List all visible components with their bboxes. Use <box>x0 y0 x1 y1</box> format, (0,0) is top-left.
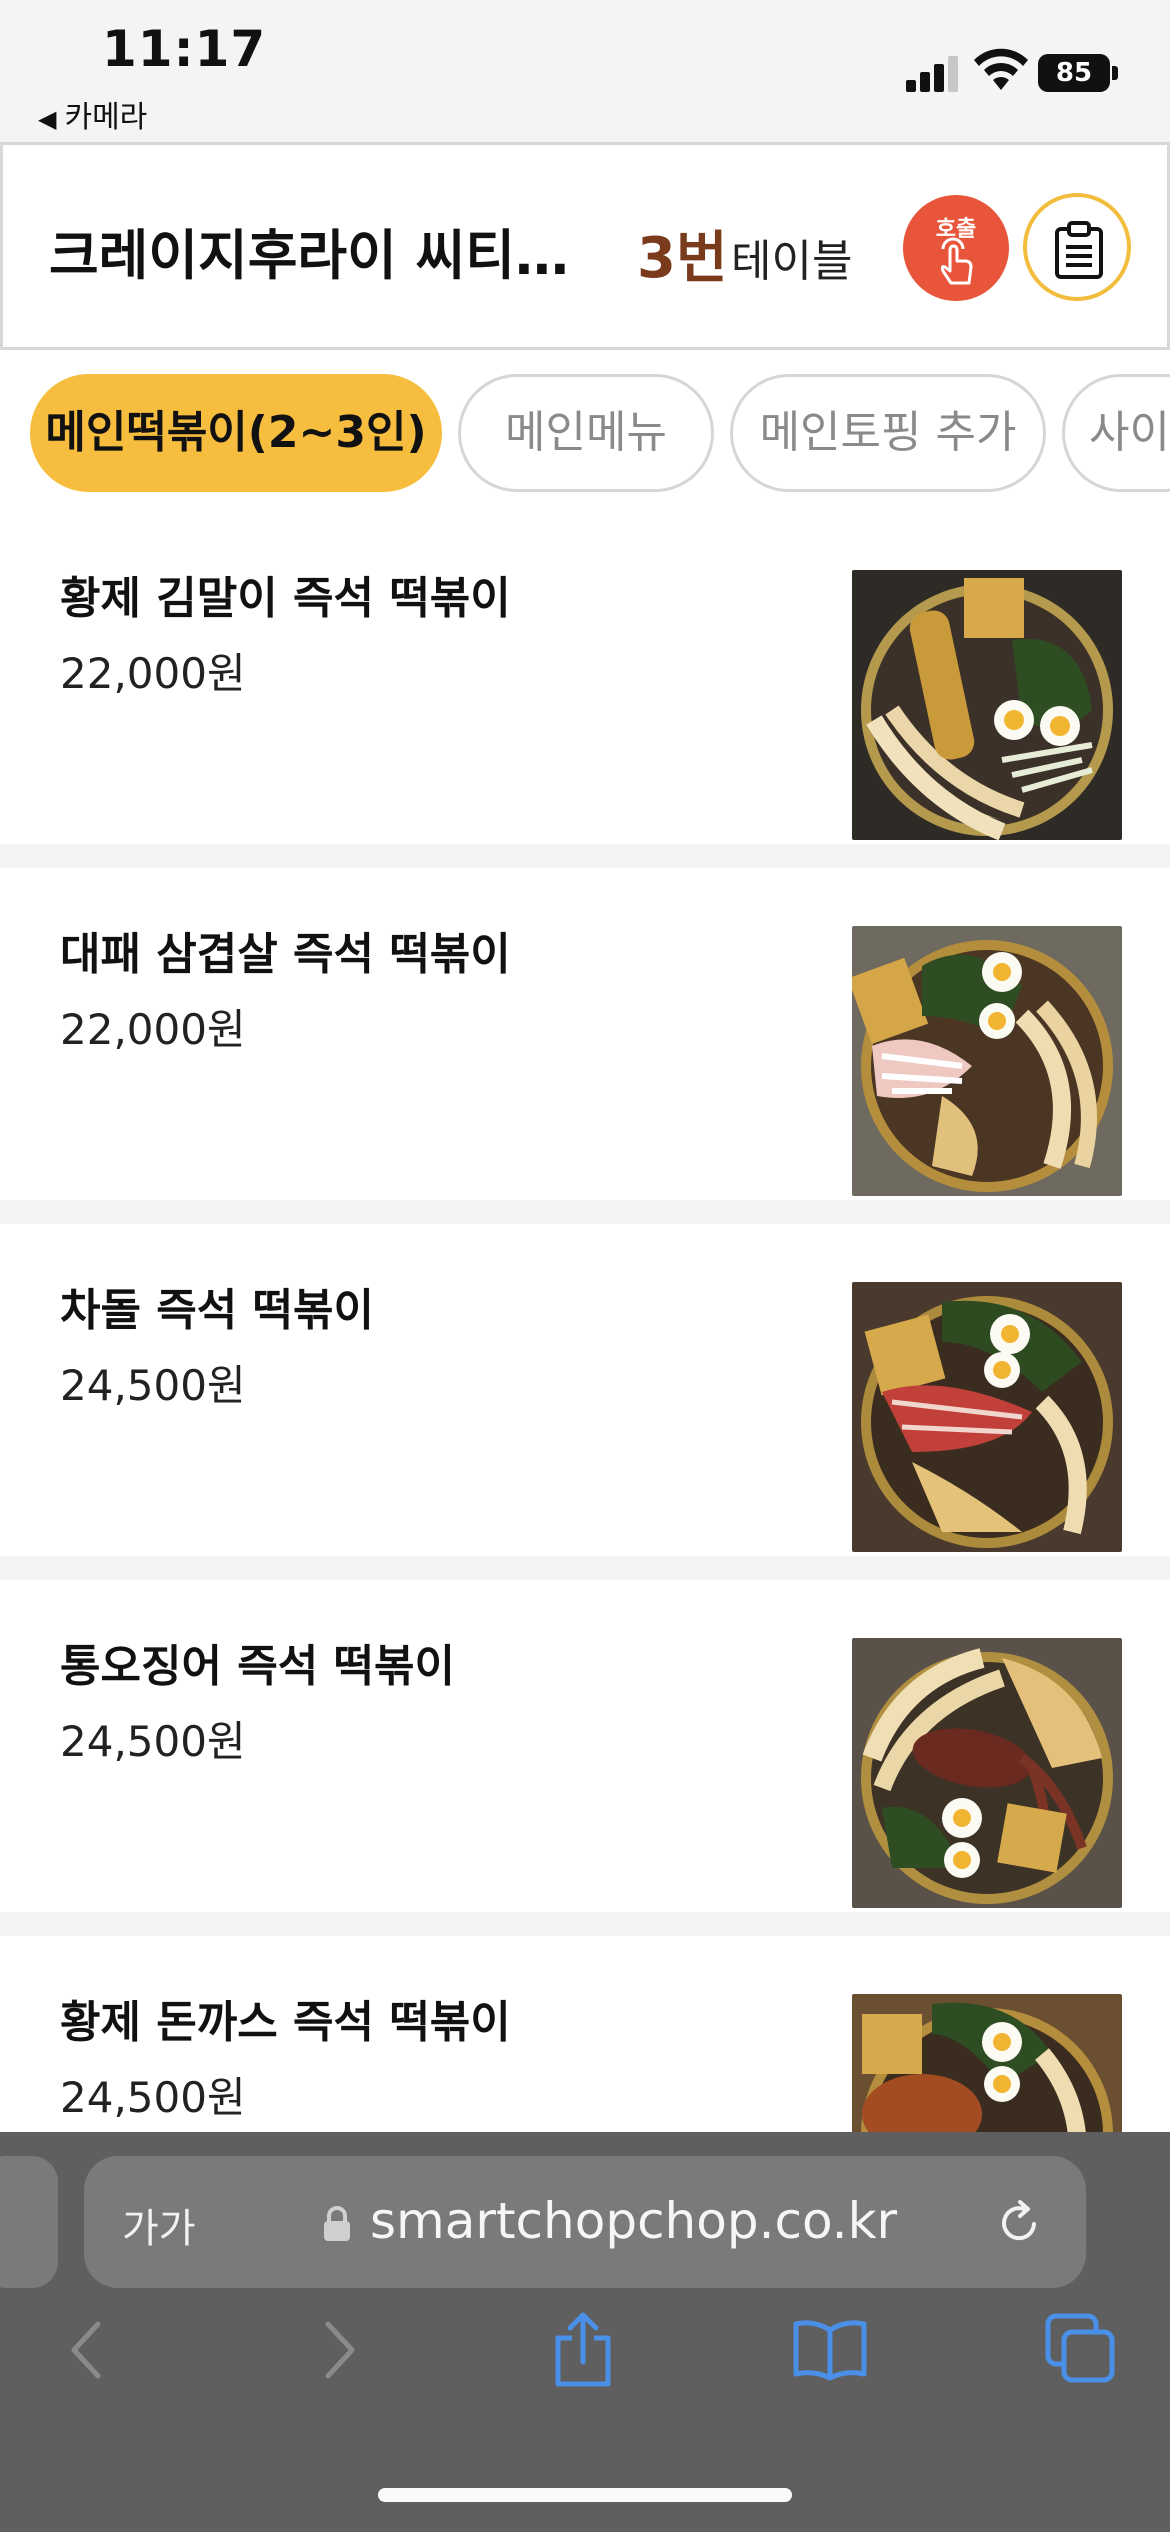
previous-tab-preview[interactable] <box>0 2156 58 2288</box>
menu-item-price: 24,500원 <box>60 1717 246 1766</box>
tab-topping-add[interactable]: 메인토핑 추가 <box>730 374 1046 492</box>
menu-item-photo <box>852 926 1122 1196</box>
status-time: 11:17 <box>102 20 267 78</box>
menu-item[interactable]: 통오징어 즉석 떡볶이 24,500원 <box>0 1580 1170 1912</box>
battery-icon: 85 <box>1038 54 1110 92</box>
menu-item-name: 황제 돈까스 즉석 떡볶이 <box>60 1997 511 2048</box>
browser-chrome: 가가 smartchopchop.co.kr <box>0 2132 1170 2532</box>
share-icon[interactable] <box>552 2312 614 2388</box>
call-staff-button[interactable]: 호출 <box>903 195 1009 301</box>
back-triangle-icon: ◀ <box>38 105 57 133</box>
table-label: 테이블 <box>731 236 853 287</box>
hand-tap-icon <box>940 237 973 285</box>
status-bar: 11:17 ◀ 카메라 85 <box>0 0 1170 140</box>
tab-main-menu[interactable]: 메인메뉴 <box>458 374 714 492</box>
back-icon[interactable] <box>66 2318 106 2382</box>
tab-main-tteokbokki[interactable]: 메인떡볶이(2~3인) <box>30 374 442 492</box>
menu-item[interactable]: 차돌 즉석 떡볶이 24,500원 <box>0 1224 1170 1556</box>
menu-item-price: 24,500원 <box>60 1361 246 1410</box>
menu-item-photo <box>852 1638 1122 1908</box>
menu-item-name: 통오징어 즉석 떡볶이 <box>60 1641 455 1692</box>
address-bar[interactable]: 가가 smartchopchop.co.kr <box>84 2156 1086 2288</box>
forward-icon[interactable] <box>320 2318 360 2382</box>
url-text: smartchopchop.co.kr <box>370 2192 898 2250</box>
text-size-button[interactable]: 가가 <box>122 2196 196 2254</box>
menu-item-name: 차돌 즉석 떡볶이 <box>60 1285 374 1336</box>
home-indicator[interactable] <box>378 2488 792 2502</box>
menu-item-price: 22,000원 <box>60 1005 246 1054</box>
reload-icon[interactable] <box>994 2198 1044 2248</box>
table-number: 3번 <box>637 226 728 291</box>
tabs-icon[interactable] <box>1044 2312 1116 2384</box>
wifi-icon <box>974 48 1028 90</box>
cellular-signal-icon <box>906 52 960 92</box>
menu-item[interactable]: 황제 김말이 즉석 떡볶이 22,000원 <box>0 512 1170 844</box>
menu-item-price: 24,500원 <box>60 2073 246 2122</box>
store-name: 크레이지후라이 씨티… <box>49 224 569 287</box>
menu-item[interactable]: 대패 삼겹살 즉석 떡볶이 22,000원 <box>0 868 1170 1200</box>
menu-item-photo <box>852 1282 1122 1552</box>
lock-icon <box>324 2206 350 2241</box>
order-history-button[interactable] <box>1023 193 1131 301</box>
back-to-app-link[interactable]: ◀ 카메라 <box>38 92 147 136</box>
category-tabs: 메인떡볶이(2~3인) 메인메뉴 메인토핑 추가 사이 <box>0 350 1170 512</box>
store-header: 크레이지후라이 씨티… 3번 테이블 호출 <box>0 142 1170 350</box>
tab-side[interactable]: 사이 <box>1062 374 1170 492</box>
page: 11:17 ◀ 카메라 85 크레이지후라이 씨티… 3번 테이블 호출 메인떡… <box>0 0 1170 2532</box>
battery-tip <box>1112 66 1118 80</box>
clipboard-icon <box>1055 221 1103 279</box>
bookmarks-icon[interactable] <box>792 2318 868 2382</box>
menu-item-photo <box>852 570 1122 840</box>
menu-item-name: 황제 김말이 즉석 떡볶이 <box>60 573 511 624</box>
menu-item-price: 22,000원 <box>60 649 246 698</box>
back-app-label: 카메라 <box>64 100 148 135</box>
menu-item-name: 대패 삼겹살 즉석 떡볶이 <box>60 929 511 980</box>
